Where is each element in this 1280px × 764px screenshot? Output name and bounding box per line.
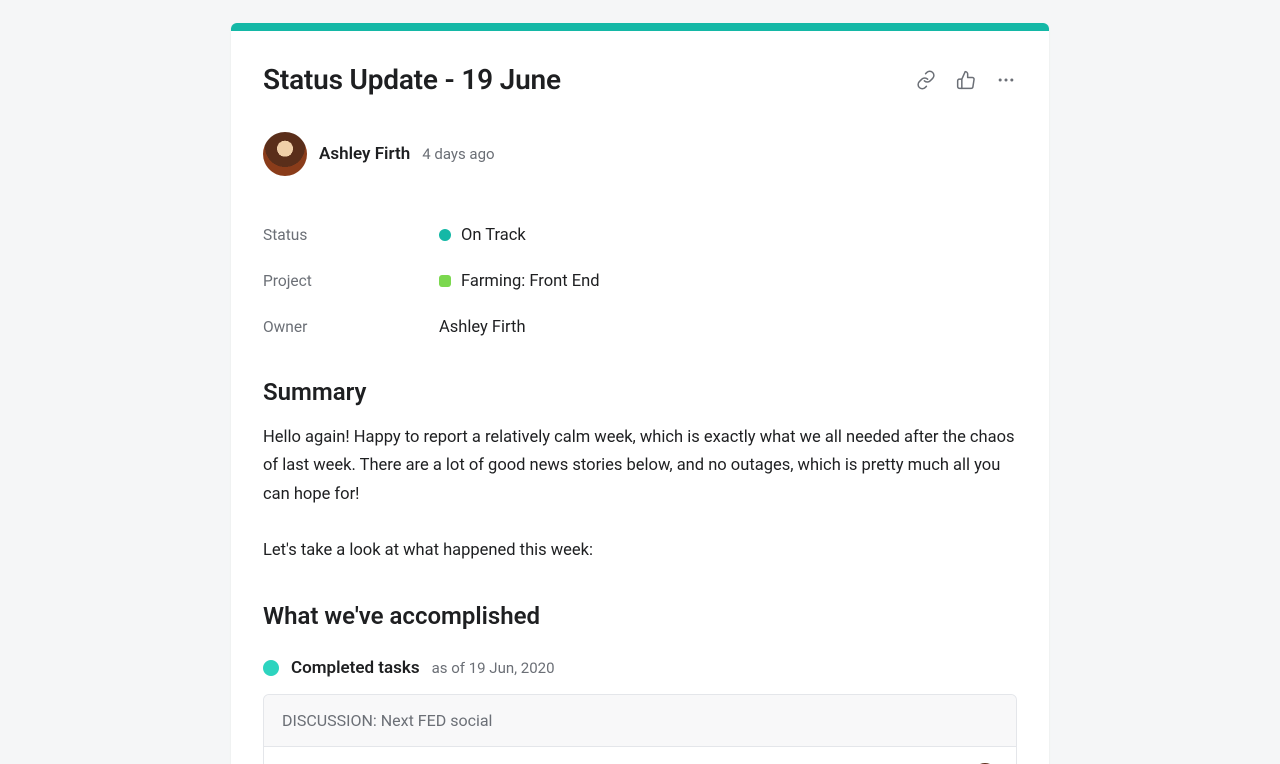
completed-tasks-header: Completed tasks as of 19 Jun, 2020 — [263, 658, 1017, 678]
status-text: On Track — [461, 226, 526, 245]
summary-heading: Summary — [263, 378, 1017, 406]
project-color-icon — [439, 275, 451, 287]
author-avatar[interactable] — [263, 132, 307, 176]
page-title: Status Update - 19 June — [263, 63, 561, 96]
summary-paragraph-2: Let's take a look at what happened this … — [263, 537, 1017, 565]
meta-label-owner: Owner — [263, 318, 439, 336]
completed-dot-icon — [263, 660, 279, 676]
project-text: Farming: Front End — [461, 272, 600, 291]
more-actions-icon[interactable] — [995, 69, 1017, 91]
meta-row-status: Status On Track — [263, 212, 1017, 258]
author-row: Ashley Firth 4 days ago — [263, 132, 1017, 176]
posted-timestamp: 4 days ago — [422, 145, 494, 163]
completed-tasks-title: Completed tasks — [291, 658, 420, 678]
meta-value-project[interactable]: Farming: Front End — [439, 272, 600, 291]
meta-label-status: Status — [263, 226, 439, 244]
status-update-card: Status Update - 19 June — [231, 23, 1049, 764]
task-list: DISCUSSION: Next FED social Update copy … — [263, 694, 1017, 764]
meta-row-project: Project Farming: Front End — [263, 258, 1017, 304]
title-row: Status Update - 19 June — [263, 63, 1017, 96]
like-icon[interactable] — [955, 69, 977, 91]
meta-value-owner[interactable]: Ashley Firth — [439, 318, 526, 337]
meta-table: Status On Track Project Farming: Front E… — [263, 212, 1017, 350]
task-row[interactable]: Update copy in comms and site about chan… — [264, 746, 1016, 764]
status-dot-icon — [439, 229, 451, 241]
copy-link-icon[interactable] — [915, 69, 937, 91]
accomplished-heading: What we've accomplished — [263, 602, 1017, 630]
completed-tasks-asof: as of 19 Jun, 2020 — [432, 659, 555, 677]
task-title: DISCUSSION: Next FED social — [282, 711, 998, 730]
card-accent-bar — [231, 23, 1049, 31]
title-actions — [915, 69, 1017, 91]
author-name[interactable]: Ashley Firth — [319, 144, 410, 164]
meta-label-project: Project — [263, 272, 439, 290]
summary-paragraph-1: Hello again! Happy to report a relativel… — [263, 424, 1017, 509]
task-row[interactable]: DISCUSSION: Next FED social — [264, 695, 1016, 746]
meta-value-status[interactable]: On Track — [439, 226, 526, 245]
meta-row-owner: Owner Ashley Firth — [263, 304, 1017, 350]
owner-text: Ashley Firth — [439, 318, 526, 337]
